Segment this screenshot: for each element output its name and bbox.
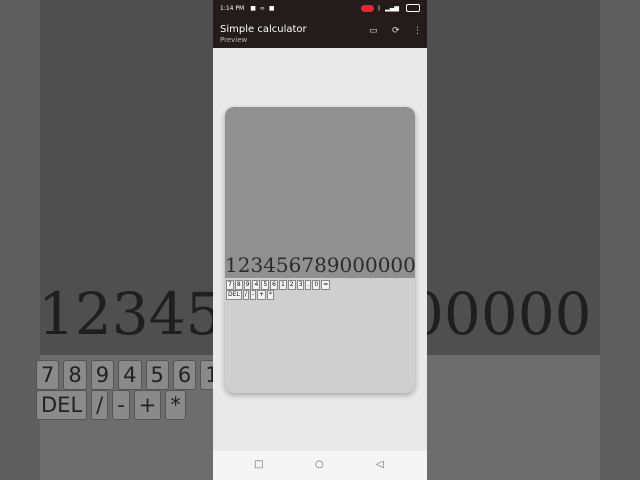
status-time: 1:14 PM <box>220 4 245 12</box>
key-button[interactable]: / <box>242 290 249 300</box>
keypad-row-2: DEL / - + * <box>226 290 274 300</box>
key-button: 8 <box>63 360 87 390</box>
key-button[interactable]: 9 <box>243 280 252 290</box>
key-button[interactable]: 7 <box>226 280 234 290</box>
key-button[interactable]: * <box>267 290 274 300</box>
back-icon[interactable]: ◁ <box>376 459 384 470</box>
key-button[interactable]: 5 <box>261 280 270 290</box>
key-button[interactable]: - <box>249 290 256 300</box>
home-icon[interactable]: ○ <box>315 459 324 470</box>
app-subtitle: Preview <box>220 36 248 44</box>
key-button[interactable]: 2 <box>287 280 296 290</box>
key-button[interactable]: 0 <box>312 280 321 290</box>
key-button[interactable]: = <box>321 280 331 290</box>
key-button[interactable]: 6 <box>270 280 278 290</box>
key-button[interactable]: 3 <box>296 280 305 290</box>
key-button: 5 <box>145 360 169 390</box>
camera-icon: ■ <box>250 4 256 12</box>
app-bar: Simple calculator Preview ▭ ⟳ ⋮ <box>213 16 427 48</box>
bluetooth-icon: ᛒ <box>377 4 382 12</box>
key-button[interactable]: 1 <box>278 280 287 290</box>
navigation-bar: □ ○ ◁ <box>213 451 427 480</box>
calculator-preview: 1234567890000000 7 8 9 4 5 6 1 2 3. 0 = DEL / - + * <box>225 107 415 393</box>
recording-icon <box>360 4 374 12</box>
key-button: - <box>112 390 130 420</box>
more-vert-icon[interactable]: ⋮ <box>413 26 422 36</box>
key-button: 7 <box>36 360 60 390</box>
display-value: 1234567890000000 <box>225 253 415 277</box>
key-button[interactable]: 4 <box>252 280 261 290</box>
status-bar: 1:14 PM ■ ∞ ■ ᛒ ▂▄▆ <box>213 0 427 16</box>
key-button: 9 <box>90 360 115 390</box>
key-button[interactable]: . <box>305 280 312 290</box>
keypad-row-1: 7 8 9 4 5 6 1 2 3. 0 = <box>226 280 331 290</box>
infinity-icon: ∞ <box>259 4 265 12</box>
video-icon: ■ <box>268 4 275 12</box>
phone-screen: 1:14 PM ■ ∞ ■ ᛒ ▂▄▆ Simple calculator Pr… <box>213 0 427 480</box>
cast-icon[interactable]: ▭ <box>369 26 378 36</box>
battery-icon <box>406 4 420 12</box>
recents-icon[interactable]: □ <box>254 459 263 470</box>
rotate-icon[interactable]: ⟳ <box>392 26 400 36</box>
key-button: + <box>133 390 162 420</box>
background-key-row-2: DEL / - + * <box>36 390 186 420</box>
signal-icon: ▂▄▆ <box>385 4 399 12</box>
key-button[interactable]: DEL <box>226 290 242 300</box>
key-button: 6 <box>172 360 197 390</box>
key-button: / <box>91 390 109 420</box>
app-title: Simple calculator <box>220 24 307 35</box>
calculator-display: 1234567890000000 <box>225 107 415 278</box>
key-button[interactable]: + <box>256 290 266 300</box>
key-button[interactable]: 8 <box>234 280 243 290</box>
key-button: 4 <box>118 360 142 390</box>
key-button: DEL <box>36 390 88 420</box>
key-button: * <box>165 390 186 420</box>
